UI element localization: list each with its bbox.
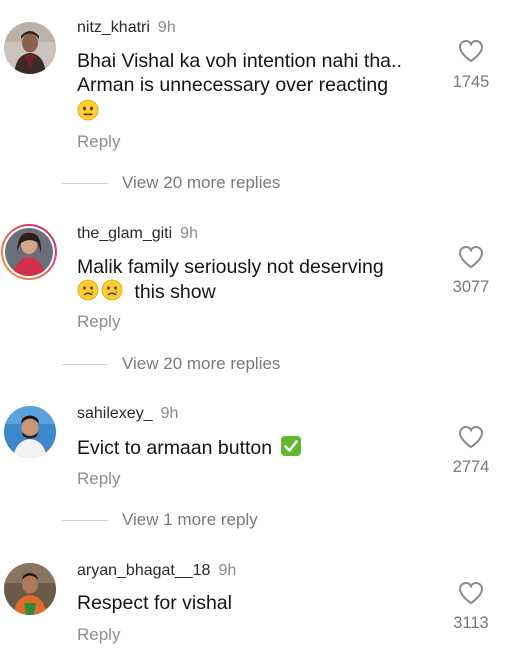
like-button[interactable] (445, 39, 497, 63)
view-more-label[interactable]: View 20 more replies (122, 354, 280, 374)
heart-outline-icon (458, 581, 484, 605)
username[interactable]: sahilexey_ (77, 405, 153, 422)
divider-line (62, 519, 108, 521)
divider-line (62, 363, 108, 365)
comment-text: Evict to armaan button (77, 435, 302, 463)
like-count: 2774 (452, 458, 490, 476)
username-row: sahilexey_ 9h (77, 405, 178, 423)
comment-line: Malik family seriously not deserving (77, 256, 384, 278)
username-row: aryan_bhagat__18 9h (77, 562, 236, 580)
username-row: the_glam_giti 9h (77, 225, 198, 243)
heart-outline-icon (458, 245, 484, 269)
reply-button[interactable]: Reply (77, 312, 120, 332)
check-mark-button-emoji-icon (280, 435, 302, 463)
view-more-replies[interactable]: View 20 more replies (62, 354, 280, 374)
like-count: 3113 (453, 614, 489, 632)
username-row: nitz_khatri 9h (77, 19, 176, 37)
timestamp: 9h (218, 562, 237, 579)
heart-outline-icon (458, 425, 484, 449)
username[interactable]: the_glam_giti (77, 225, 172, 242)
timestamp: 9h (160, 405, 179, 422)
avatar[interactable] (4, 406, 56, 458)
username[interactable]: aryan_bhagat__18 (77, 562, 210, 579)
comment-line: Respect for vishal (77, 592, 232, 614)
view-more-replies[interactable]: View 20 more replies (62, 173, 280, 193)
timestamp: 9h (157, 19, 176, 36)
comment-line: Bhai Vishal ka voh intention nahi tha.. (77, 50, 402, 72)
reply-button[interactable]: Reply (77, 132, 120, 152)
divider-line (62, 182, 108, 184)
like-count: 1745 (452, 73, 490, 91)
comment-line: Evict to armaan button (77, 437, 273, 459)
reply-button[interactable]: Reply (77, 469, 120, 489)
like-button[interactable] (445, 581, 497, 605)
timestamp: 9h (180, 225, 198, 242)
like-button[interactable] (445, 425, 497, 449)
view-more-replies[interactable]: View 1 more reply (62, 510, 258, 530)
crying-face-emoji-icon (101, 279, 123, 307)
avatar[interactable] (4, 563, 56, 615)
avatar-with-story-ring[interactable] (0, 223, 58, 281)
view-more-label[interactable]: View 1 more reply (122, 510, 258, 530)
comment-line: this show (134, 281, 216, 303)
comment-text: Bhai Vishal ka voh intention nahi tha.. … (77, 49, 402, 127)
comment-line: Arman is unnecessary over reacting (77, 74, 389, 96)
comment-text: Respect for vishal (77, 591, 232, 615)
neutral-face-emoji-icon (77, 99, 99, 127)
heart-outline-icon (458, 39, 484, 63)
like-count: 3077 (452, 278, 490, 296)
reply-button[interactable]: Reply (77, 625, 120, 645)
view-more-label[interactable]: View 20 more replies (122, 173, 280, 193)
comment-text: Malik family seriously not deserving thi… (77, 255, 384, 307)
username[interactable]: nitz_khatri (77, 19, 150, 36)
like-button[interactable] (445, 245, 497, 269)
crying-face-emoji-icon (77, 279, 99, 307)
avatar[interactable] (4, 22, 56, 74)
